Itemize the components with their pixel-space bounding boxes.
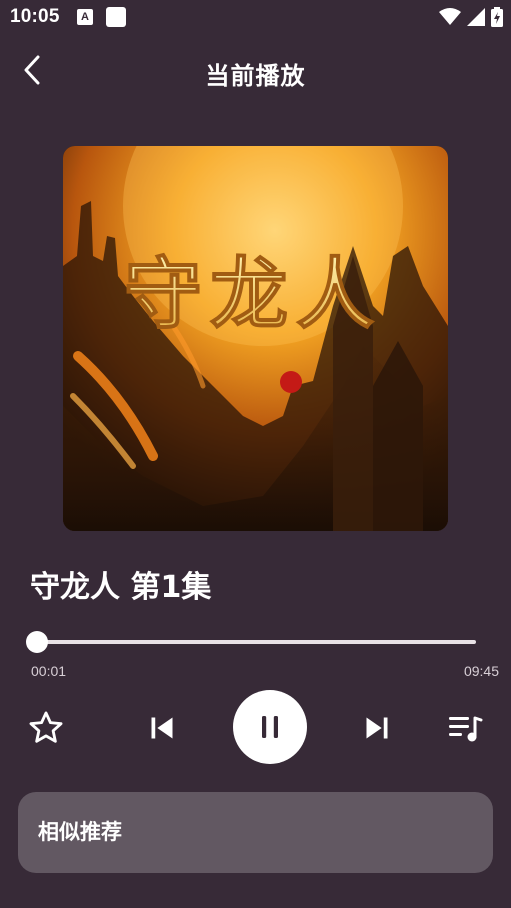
play-pause-button[interactable] [233, 690, 307, 764]
star-outline-icon [29, 711, 63, 743]
track-title: 守龙人 第1集 [30, 570, 212, 605]
album-cover: 守龙人 [63, 146, 448, 531]
previous-button[interactable] [140, 706, 184, 750]
similar-recommendations-label: 相似推荐 [38, 820, 122, 844]
cover-title-text: 守龙人 [124, 250, 382, 340]
skip-previous-icon [151, 717, 173, 739]
now-playing-screen: 10:05 A 当前播放 守龙人 守龙人 第1集 00:01 09:45 相似推… [0, 0, 511, 908]
progress-slider[interactable] [25, 631, 476, 653]
next-button[interactable] [355, 706, 399, 750]
cover-artwork: 守龙人 [63, 146, 448, 531]
a-badge-icon: A [77, 9, 93, 25]
status-time: 10:05 [10, 6, 60, 27]
playlist-music-icon [449, 716, 483, 742]
status-icons [439, 7, 503, 27]
playlist-button[interactable] [443, 706, 487, 750]
current-time: 00:01 [31, 663, 67, 679]
square-notification-icon [106, 7, 126, 27]
progress-thumb[interactable] [25, 631, 48, 653]
signal-icon [467, 8, 485, 26]
total-time: 09:45 [463, 663, 499, 679]
header: 当前播放 [0, 44, 511, 98]
similar-recommendations-card[interactable]: 相似推荐 [18, 792, 493, 873]
battery-charging-icon [491, 7, 503, 27]
skip-next-icon [366, 717, 388, 739]
favorite-button[interactable] [24, 706, 68, 750]
wifi-icon [439, 8, 461, 25]
page-title: 当前播放 [205, 62, 306, 90]
pause-icon [262, 716, 278, 738]
status-bar: 10:05 A [0, 0, 511, 36]
